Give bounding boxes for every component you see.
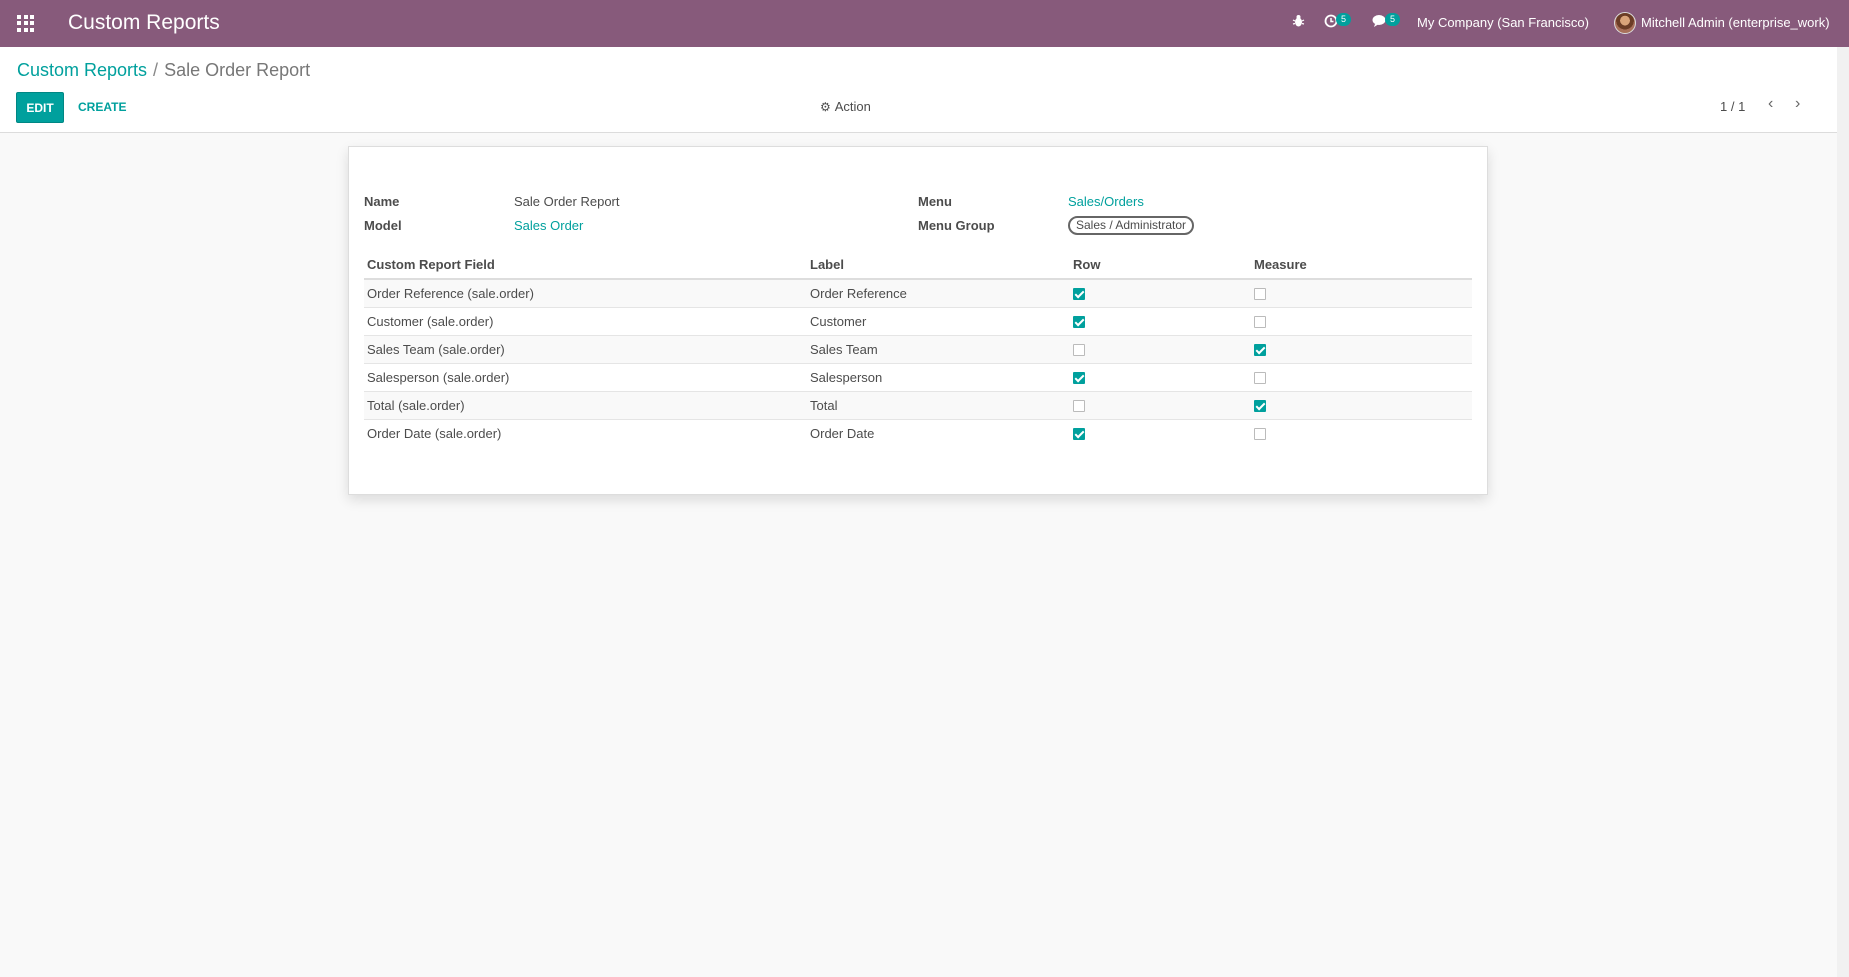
field-cell: Salesperson (sale.order) — [364, 362, 807, 391]
bug-icon[interactable] — [1292, 14, 1305, 32]
chevron-right-icon[interactable]: › — [1795, 95, 1800, 113]
table-row[interactable]: Sales Team (sale.order) Sales Team — [364, 334, 1472, 363]
column-header[interactable]: Measure — [1251, 251, 1472, 280]
user-avatar[interactable] — [1614, 12, 1636, 34]
table-row[interactable]: Order Reference (sale.order) Order Refere… — [364, 278, 1472, 307]
measure-cell — [1251, 362, 1472, 391]
measure-checkbox[interactable] — [1254, 428, 1266, 441]
messages-badge: 5 — [1385, 13, 1401, 26]
label-cell: Order Reference — [807, 278, 1070, 307]
measure-cell — [1251, 306, 1472, 335]
field-cell: Order Reference (sale.order) — [364, 278, 807, 307]
measure-cell — [1251, 278, 1472, 307]
table-row[interactable]: Total (sale.order) Total — [364, 390, 1472, 419]
table-row[interactable]: Salesperson (sale.order) Salesperson — [364, 362, 1472, 391]
form-sheet: Name Sale Order Report Model Sales Order… — [348, 146, 1488, 495]
row-checkbox[interactable] — [1073, 400, 1085, 413]
measure-checkbox[interactable] — [1254, 344, 1266, 357]
action-menu-button[interactable]: ⚙ Action — [820, 99, 871, 114]
menu-group-tag[interactable]: Sales / Administrator — [1068, 216, 1195, 235]
row-checkbox[interactable] — [1073, 372, 1085, 385]
row-cell — [1070, 306, 1251, 335]
menu-label: Menu — [918, 194, 952, 209]
measure-cell — [1251, 418, 1472, 447]
label-cell: Customer — [807, 306, 1070, 335]
column-header[interactable]: Row — [1070, 251, 1251, 280]
measure-checkbox[interactable] — [1254, 372, 1266, 385]
breadcrumb-current: Sale Order Report — [164, 60, 311, 80]
label-cell: Order Date — [807, 418, 1070, 447]
column-header[interactable]: Label — [807, 251, 1070, 280]
row-cell — [1070, 334, 1251, 363]
table-row[interactable]: Order Date (sale.order) Order Date — [364, 418, 1472, 447]
column-header[interactable]: Custom Report Field — [364, 251, 807, 280]
create-button[interactable]: CREATE — [78, 100, 126, 114]
measure-cell — [1251, 334, 1472, 363]
model-label: Model — [364, 218, 402, 233]
measure-checkbox[interactable] — [1254, 288, 1266, 301]
row-checkbox[interactable] — [1073, 428, 1085, 441]
company-switcher[interactable]: My Company (San Francisco) — [1417, 15, 1589, 30]
menu-link[interactable]: Sales/Orders — [1068, 194, 1144, 209]
action-label: Action — [834, 99, 871, 114]
breadcrumb-parent[interactable]: Custom Reports — [17, 60, 147, 80]
model-link[interactable]: Sales Order — [514, 218, 583, 233]
field-cell: Customer (sale.order) — [364, 306, 807, 335]
app-title[interactable]: Custom Reports — [68, 11, 220, 35]
pager-value[interactable]: 1 / 1 — [1720, 99, 1745, 114]
row-cell — [1070, 390, 1251, 419]
row-checkbox[interactable] — [1073, 288, 1085, 301]
page-scrollbar[interactable] — [1837, 47, 1849, 977]
breadcrumb: Custom Reports / Sale Order Report — [17, 60, 310, 81]
label-cell: Salesperson — [807, 362, 1070, 391]
report-fields-table: Custom Report Field Label Row Measure Or… — [364, 251, 1472, 447]
gear-icon: ⚙ — [820, 99, 831, 114]
table-row[interactable]: Customer (sale.order) Customer — [364, 306, 1472, 335]
row-cell — [1070, 418, 1251, 447]
label-cell: Sales Team — [807, 334, 1070, 363]
table-header-row: Custom Report Field Label Row Measure — [364, 251, 1472, 280]
activity-badge: 5 — [1336, 13, 1352, 26]
field-cell: Order Date (sale.order) — [364, 418, 807, 447]
top-navbar: Custom Reports 5 5 My Company (San Franc… — [0, 0, 1849, 47]
name-value: Sale Order Report — [514, 194, 620, 209]
control-panel: Custom Reports / Sale Order Report EDIT CR… — [0, 47, 1849, 133]
field-cell: Sales Team (sale.order) — [364, 334, 807, 363]
user-menu[interactable]: Mitchell Admin (enterprise_work) — [1641, 15, 1830, 30]
row-checkbox[interactable] — [1073, 316, 1085, 329]
apps-menu-icon[interactable] — [17, 15, 34, 32]
chevron-left-icon[interactable]: ‹ — [1768, 95, 1773, 113]
breadcrumb-separator: / — [153, 60, 159, 80]
edit-button[interactable]: EDIT — [16, 92, 64, 123]
measure-cell — [1251, 390, 1472, 419]
name-label: Name — [364, 194, 400, 209]
measure-checkbox[interactable] — [1254, 316, 1266, 329]
label-cell: Total — [807, 390, 1070, 419]
measure-checkbox[interactable] — [1254, 400, 1266, 413]
row-cell — [1070, 278, 1251, 307]
row-checkbox[interactable] — [1073, 344, 1085, 357]
field-cell: Total (sale.order) — [364, 390, 807, 419]
row-cell — [1070, 362, 1251, 391]
menu-group-label: Menu Group — [918, 218, 995, 233]
